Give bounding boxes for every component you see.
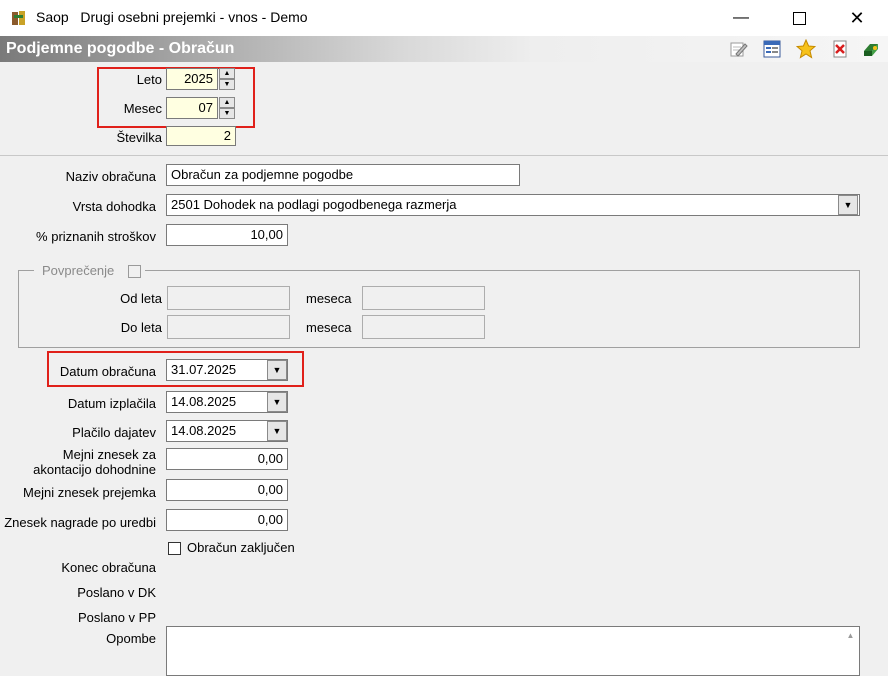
zakljucen-checkbox[interactable] — [168, 542, 181, 555]
mejni-prejemka-label: Mejni znesek prejemka — [23, 485, 156, 500]
close-icon: ✕ — [849, 7, 865, 28]
meseca-label-2: meseca — [306, 320, 352, 335]
poslano-pp-label: Poslano v PP — [77, 610, 156, 625]
opombe-label: Opombe — [106, 631, 156, 646]
close-button[interactable]: ✕ — [834, 0, 880, 36]
spin-up-icon[interactable]: ▲ — [219, 97, 235, 108]
mejni-akontacija-label-line1: Mejni znesek za — [62, 447, 156, 462]
saop-app-icon — [12, 11, 25, 25]
form-title: Podjemne pogodbe - Obračun — [6, 40, 235, 57]
nagrade-label: Znesek nagrade po uredbi — [4, 515, 156, 530]
chevron-down-icon[interactable]: ▼ — [267, 421, 287, 441]
mesec-label: Mesec — [123, 101, 162, 116]
vrsta-select[interactable]: 2501 Dohodek na podlagi pogodbenega razm… — [166, 194, 860, 216]
chevron-down-icon[interactable]: ▼ — [267, 360, 287, 380]
naziv-label: Naziv obračuna — [65, 169, 156, 184]
od-leta-label: Od leta — [120, 291, 162, 306]
separator — [0, 155, 888, 156]
meseca-label-1: meseca — [306, 291, 352, 306]
leto-input[interactable]: 2025 — [166, 68, 218, 90]
minimize-icon: — — [733, 9, 749, 26]
naziv-input[interactable]: Obračun za podjemne pogodbe — [166, 164, 520, 186]
maximize-button[interactable] — [776, 0, 822, 36]
spin-up-icon[interactable]: ▲ — [219, 68, 235, 79]
od-leta-input[interactable] — [167, 286, 290, 310]
opombe-scrollbar[interactable]: ▲ — [842, 627, 859, 671]
window-title: Saop Drugi osebni prejemki - vnos - Demo — [36, 9, 308, 25]
mesec-input[interactable]: 07 — [166, 97, 218, 119]
poslano-dk-label: Poslano v DK — [77, 585, 156, 600]
maximize-icon — [792, 11, 806, 25]
od-meseca-input[interactable] — [362, 286, 485, 310]
datum-obracuna-label: Datum obračuna — [59, 364, 156, 379]
spin-down-icon[interactable]: ▼ — [219, 79, 235, 90]
app-name: Saop — [36, 9, 69, 25]
do-meseca-input[interactable] — [362, 315, 485, 339]
konec-label: Konec obračuna — [61, 560, 156, 575]
mejni-akontacija-label: Mejni znesek za akontacijo dohodnine — [33, 447, 156, 477]
opombe-textarea[interactable] — [166, 626, 860, 676]
stroski-label: % priznanih stroškov — [36, 229, 156, 244]
edit-icon[interactable] — [728, 39, 748, 59]
spin-down-icon[interactable]: ▼ — [219, 108, 235, 119]
scroll-up-icon[interactable]: ▲ — [842, 627, 859, 644]
povprecenje-legend: Povprečenje — [34, 263, 146, 279]
nagrade-input[interactable]: 0,00 — [166, 509, 288, 531]
mejni-akontacija-label-line2: akontacijo dohodnine — [33, 462, 156, 477]
placilo-dajatev-label: Plačilo dajatev — [72, 425, 156, 440]
datum-izplacila-label: Datum izplačila — [67, 396, 156, 411]
stroski-input[interactable]: 10,00 — [166, 224, 288, 246]
list-icon[interactable] — [762, 39, 782, 59]
window-title-text: Drugi osebni prejemki - vnos - Demo — [80, 9, 308, 25]
zakljucen-label: Obračun zaključen — [187, 540, 295, 555]
delete-icon[interactable] — [830, 39, 850, 59]
povprecenje-checkbox[interactable] — [128, 264, 142, 278]
do-leta-label: Do leta — [120, 320, 162, 335]
vrsta-label: Vrsta dohodka — [72, 199, 156, 214]
minimize-button[interactable]: — — [718, 0, 764, 36]
do-leta-input[interactable] — [167, 315, 290, 339]
leto-spinner[interactable]: ▲ ▼ — [219, 68, 235, 90]
povprecenje-label: Povprečenje — [42, 263, 115, 278]
mejni-akontacija-input[interactable]: 0,00 — [166, 448, 288, 470]
exit-icon[interactable] — [862, 39, 882, 59]
chevron-down-icon[interactable]: ▼ — [838, 195, 858, 215]
star-icon[interactable] — [796, 39, 816, 59]
stevilka-input[interactable]: 2 — [166, 126, 236, 146]
leto-label: Leto — [136, 72, 162, 87]
chevron-down-icon[interactable]: ▼ — [267, 392, 287, 412]
mesec-spinner[interactable]: ▲ ▼ — [219, 97, 235, 119]
mejni-prejemka-input[interactable]: 0,00 — [166, 479, 288, 501]
stevilka-label: Številka — [116, 130, 162, 145]
